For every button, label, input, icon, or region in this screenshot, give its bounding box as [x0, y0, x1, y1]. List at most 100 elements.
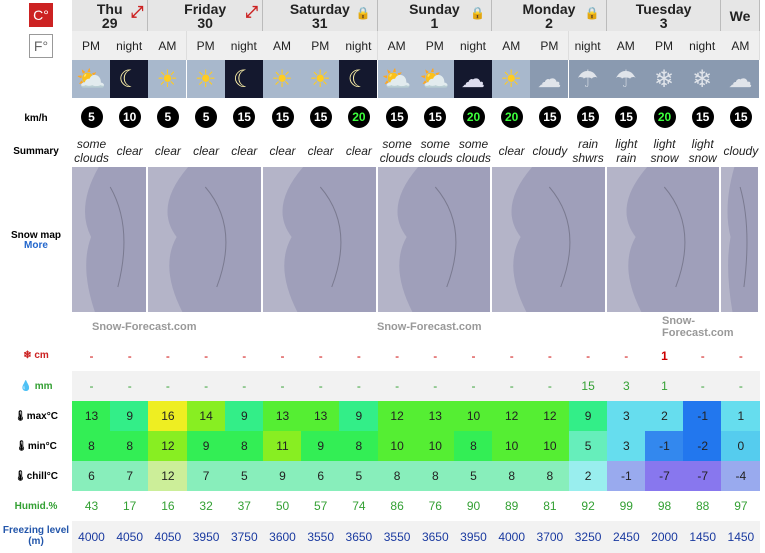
day-name: We: [729, 7, 751, 24]
wind-direction-icon: 15: [538, 105, 561, 128]
wind-cell: 5: [148, 98, 188, 135]
watermark-left: Snow-Forecast.com: [92, 321, 197, 333]
sun-icon: ☀: [301, 60, 341, 98]
lock-icon[interactable]: 🔒: [585, 6, 600, 20]
snowmap-more-link[interactable]: More: [0, 240, 72, 251]
wind-direction-icon: 15: [577, 105, 600, 128]
max-temp-value: 1: [721, 401, 761, 431]
humidity-value: 76: [415, 491, 455, 521]
snow-map[interactable]: [377, 167, 492, 312]
chill-value: 6: [301, 461, 341, 491]
summary-cell: light snow: [683, 135, 722, 167]
min-temp-value: 9: [301, 431, 341, 461]
snow-map[interactable]: [606, 167, 721, 312]
day-header: We: [721, 0, 760, 31]
snow-value: -: [263, 342, 302, 370]
time-of-day: PM: [645, 31, 684, 60]
wind-speed: 15: [619, 109, 633, 124]
wind-direction-icon: 15: [233, 105, 256, 128]
snow-value: -: [530, 342, 570, 370]
day-name: Saturday: [289, 0, 350, 17]
expand-icon[interactable]: ⤢: [131, 5, 144, 21]
snow-value: -: [224, 342, 264, 370]
wind-speed: 15: [314, 109, 328, 124]
expand-icon[interactable]: ⤢: [245, 5, 258, 21]
wind-cell: 20: [645, 98, 684, 135]
max-temp-value: 9: [568, 401, 608, 431]
time-of-day: PM: [530, 31, 570, 60]
min-unit: min°C: [27, 441, 57, 452]
humidity-value: 81: [530, 491, 570, 521]
fahrenheit-button[interactable]: F°: [29, 34, 53, 58]
snow-value: -: [110, 342, 150, 370]
snow-value: -: [492, 342, 532, 370]
wind-speed: 5: [164, 109, 172, 124]
min-temp-value: 8: [110, 431, 150, 461]
lock-icon[interactable]: 🔒: [356, 6, 371, 20]
snow-value: -: [377, 342, 417, 370]
humidity-value: 74: [339, 491, 379, 521]
min-temp-value: 8: [339, 431, 379, 461]
max-temp-value: 12: [530, 401, 570, 431]
chill-label: 🌡chill°C: [0, 471, 72, 482]
freezing-level-value: 3550: [301, 521, 341, 553]
rain-value: -: [530, 371, 570, 401]
thermometer-icon: 🌡: [14, 471, 27, 482]
sun-icon: ☀: [492, 60, 532, 98]
max-temp-value: 10: [454, 401, 493, 431]
humidity-value: 16: [148, 491, 188, 521]
time-of-day: AM: [377, 31, 417, 60]
snow-map[interactable]: [721, 167, 759, 312]
humidity-value: 92: [568, 491, 608, 521]
time-of-day: night: [224, 31, 264, 60]
chill-value: 7: [186, 461, 226, 491]
freezing-level-value: 3950: [454, 521, 493, 553]
humidity-value: 37: [224, 491, 264, 521]
rain-icon: ☂: [568, 60, 608, 98]
freezing-level-value: 2000: [645, 521, 684, 553]
summary-cell: light snow: [645, 135, 684, 167]
min-temp-label: 🌡min°C: [0, 441, 72, 452]
max-temp-value: 12: [492, 401, 532, 431]
rain-value: -: [110, 371, 150, 401]
chill-value: 5: [224, 461, 264, 491]
time-of-day: night: [339, 31, 379, 60]
day-name: Monday: [522, 0, 576, 17]
snow-map[interactable]: [492, 167, 606, 312]
day-name: Tuesday: [635, 0, 692, 17]
snow-value: -: [339, 342, 379, 370]
time-of-day: AM: [492, 31, 532, 60]
snow-value: -: [683, 342, 723, 370]
snow-map[interactable]: [263, 167, 377, 312]
summary-cell: some clouds: [378, 135, 417, 167]
summary-text: clear: [116, 144, 143, 158]
max-temp-value: 16: [148, 401, 188, 431]
celsius-button[interactable]: C°: [29, 3, 53, 27]
summary-text: clear: [269, 144, 296, 158]
snow-value: -: [72, 342, 111, 370]
summary-cell: some clouds: [72, 135, 111, 167]
wind-direction-icon: 15: [615, 105, 638, 128]
wind-direction-icon: 15: [424, 105, 447, 128]
summary-cell: some clouds: [416, 135, 455, 167]
lock-icon[interactable]: 🔒: [470, 6, 485, 20]
sun-icon: ☀: [263, 60, 302, 98]
wind-cell: 20: [454, 98, 493, 135]
summary-text: clear: [154, 144, 181, 158]
time-of-day: AM: [606, 31, 646, 60]
forecast-table: C° F° km/h Summary Snow map More ❄ cm 💧 …: [0, 0, 765, 553]
summary-cell: clear: [492, 135, 531, 167]
map-image: [148, 167, 261, 312]
moon-cloud-icon: ☁: [454, 60, 493, 98]
wind-direction-icon: 5: [195, 105, 218, 128]
day-header: Tuesday 3: [606, 0, 722, 31]
wind-speed: 15: [275, 109, 290, 124]
sun-cloud-icon: ⛅: [415, 60, 455, 98]
sun-icon: ☀: [148, 60, 188, 98]
snow-map[interactable]: [72, 167, 148, 312]
summary-cell: clear: [225, 135, 264, 167]
day-header: Friday 30 ⤢: [148, 0, 263, 31]
freezing-level-value: 3700: [530, 521, 570, 553]
snow-map[interactable]: [148, 167, 262, 312]
summary-text: light: [615, 137, 638, 151]
